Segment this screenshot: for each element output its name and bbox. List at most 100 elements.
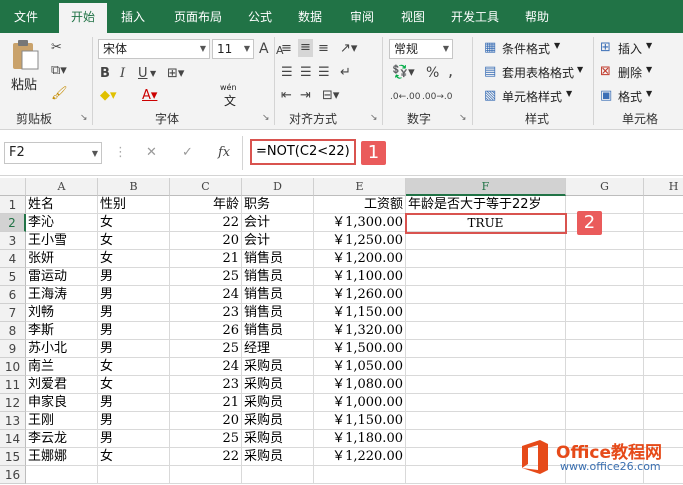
align-top-icon[interactable]: ≡ — [281, 41, 292, 57]
cell-g5[interactable] — [566, 268, 644, 286]
cell-g6[interactable] — [566, 286, 644, 304]
cut-icon[interactable]: ✂ — [51, 40, 62, 56]
tab-view[interactable]: 视图 — [392, 0, 434, 33]
cell-c7[interactable]: 23 — [170, 304, 242, 322]
cell-f7[interactable] — [406, 304, 566, 322]
cell-e6[interactable]: ￥1,260.00 — [314, 286, 406, 304]
row-header[interactable]: 6 — [0, 286, 26, 304]
percent-button[interactable]: % — [426, 65, 439, 81]
align-left-icon[interactable]: ☰ — [281, 65, 293, 81]
cell-d13[interactable]: 采购员 — [242, 412, 314, 430]
cell-h5[interactable] — [644, 268, 683, 286]
formula-input[interactable]: =NOT(C2<22) — [242, 136, 683, 170]
column-header-d[interactable]: D — [242, 178, 314, 196]
cell-g13[interactable] — [566, 412, 644, 430]
column-header-b[interactable]: B — [98, 178, 170, 196]
align-bottom-icon[interactable]: ≡ — [318, 41, 329, 57]
cell-b3[interactable]: 女 — [98, 232, 170, 250]
cell-g9[interactable] — [566, 340, 644, 358]
cell-d15[interactable]: 采购员 — [242, 448, 314, 466]
row-header[interactable]: 5 — [0, 268, 26, 286]
cell-g11[interactable] — [566, 376, 644, 394]
format-painter-icon[interactable]: 🖌 — [51, 86, 68, 102]
cell-a10[interactable]: 南兰 — [26, 358, 98, 376]
phonetic-button[interactable]: wén 文 — [220, 83, 250, 108]
cell-d1[interactable]: 职务 — [242, 196, 314, 214]
column-header-a[interactable]: A — [26, 178, 98, 196]
cell-d3[interactable]: 会计 — [242, 232, 314, 250]
cell-e15[interactable]: ￥1,220.00 — [314, 448, 406, 466]
cell-c9[interactable]: 25 — [170, 340, 242, 358]
decrease-decimal-button[interactable]: .00→.0 — [422, 89, 452, 105]
font-name-select[interactable]: 宋体 ▼ — [98, 39, 210, 59]
cell-d9[interactable]: 经理 — [242, 340, 314, 358]
cell-h11[interactable] — [644, 376, 683, 394]
number-format-select[interactable]: 常规 ▼ — [389, 39, 453, 59]
cell-styles-button[interactable]: ▧ 单元格样式 ▼ — [484, 87, 584, 105]
row-header[interactable]: 3 — [0, 232, 26, 250]
cell-a15[interactable]: 王娜娜 — [26, 448, 98, 466]
delete-cells-button[interactable]: ⊠ 删除 ▼ — [600, 63, 680, 81]
cell-c2[interactable]: 22 — [170, 214, 242, 232]
cell-h10[interactable] — [644, 358, 683, 376]
cell-c6[interactable]: 24 — [170, 286, 242, 304]
alignment-launcher-icon[interactable]: ↘ — [370, 113, 378, 123]
cell-e12[interactable]: ￥1,000.00 — [314, 394, 406, 412]
row-header[interactable]: 16 — [0, 466, 26, 484]
merge-center-icon[interactable]: ⊟▾ — [322, 88, 339, 104]
cancel-icon[interactable]: ✕ — [146, 145, 157, 161]
cell-a1[interactable]: 姓名 — [26, 196, 98, 214]
cell-e16[interactable] — [314, 466, 406, 484]
column-header-e[interactable]: E — [314, 178, 406, 196]
font-size-select[interactable]: 11 ▼ — [212, 39, 254, 59]
font-color-icon[interactable]: A▾ — [142, 88, 157, 104]
cell-h4[interactable] — [644, 250, 683, 268]
cell-b14[interactable]: 男 — [98, 430, 170, 448]
cell-e8[interactable]: ￥1,320.00 — [314, 322, 406, 340]
insert-cells-button[interactable]: ⊞ 插入 ▼ — [600, 39, 680, 57]
italic-button[interactable]: I — [120, 66, 125, 82]
cell-b8[interactable]: 男 — [98, 322, 170, 340]
cell-b10[interactable]: 女 — [98, 358, 170, 376]
cell-g8[interactable] — [566, 322, 644, 340]
cell-a14[interactable]: 李云龙 — [26, 430, 98, 448]
cell-a4[interactable]: 张妍 — [26, 250, 98, 268]
cell-h6[interactable] — [644, 286, 683, 304]
cell-f9[interactable] — [406, 340, 566, 358]
decrease-indent-icon[interactable]: ⇤ — [281, 88, 292, 104]
number-launcher-icon[interactable]: ↘ — [459, 113, 467, 123]
cell-c15[interactable]: 22 — [170, 448, 242, 466]
cell-c12[interactable]: 21 — [170, 394, 242, 412]
cell-f5[interactable] — [406, 268, 566, 286]
cell-e14[interactable]: ￥1,180.00 — [314, 430, 406, 448]
column-header-h[interactable]: H — [644, 178, 683, 196]
row-header[interactable]: 9 — [0, 340, 26, 358]
currency-icon[interactable]: 💱▾ — [392, 65, 415, 81]
tab-formulas[interactable]: 公式 — [240, 0, 280, 33]
cell-c13[interactable]: 20 — [170, 412, 242, 430]
align-right-icon[interactable]: ☰ — [318, 65, 330, 81]
select-all-corner[interactable] — [0, 178, 26, 196]
cell-e5[interactable]: ￥1,100.00 — [314, 268, 406, 286]
cell-h7[interactable] — [644, 304, 683, 322]
cell-g4[interactable] — [566, 250, 644, 268]
cell-d5[interactable]: 销售员 — [242, 268, 314, 286]
cell-c14[interactable]: 25 — [170, 430, 242, 448]
cell-d16[interactable] — [242, 466, 314, 484]
cell-b5[interactable]: 男 — [98, 268, 170, 286]
cell-a5[interactable]: 雷运动 — [26, 268, 98, 286]
row-header[interactable]: 15 — [0, 448, 26, 466]
align-middle-icon[interactable]: ≡ — [298, 39, 313, 57]
cell-f4[interactable] — [406, 250, 566, 268]
cell-g7[interactable] — [566, 304, 644, 322]
cell-c10[interactable]: 24 — [170, 358, 242, 376]
cell-b9[interactable]: 男 — [98, 340, 170, 358]
tab-help[interactable]: 帮助 — [516, 0, 558, 33]
cell-d8[interactable]: 销售员 — [242, 322, 314, 340]
row-header[interactable]: 1 — [0, 196, 26, 214]
row-header[interactable]: 11 — [0, 376, 26, 394]
cell-a8[interactable]: 李斯 — [26, 322, 98, 340]
row-header[interactable]: 12 — [0, 394, 26, 412]
cell-a12[interactable]: 申家良 — [26, 394, 98, 412]
format-cells-button[interactable]: ▣ 格式 ▼ — [600, 87, 680, 105]
